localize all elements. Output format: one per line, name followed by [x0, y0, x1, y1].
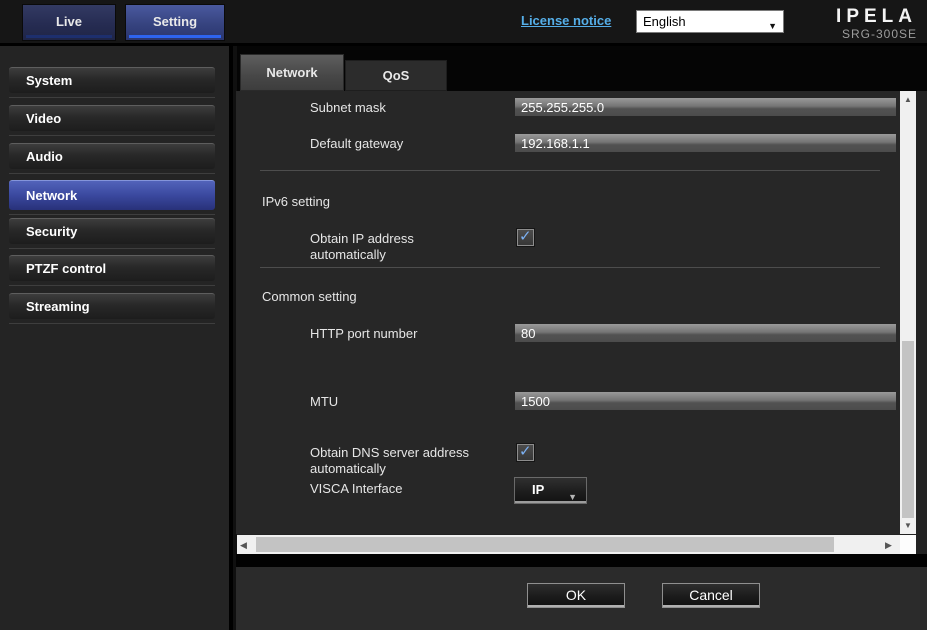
http-port-label: HTTP port number	[310, 326, 417, 342]
license-notice-link[interactable]: License notice	[521, 13, 611, 28]
obtain-dns-label: Obtain DNS server address automatically	[310, 445, 510, 477]
action-bar: OK Cancel	[236, 567, 927, 630]
tab-label: Network	[266, 65, 317, 80]
vertical-scrollbar-thumb[interactable]	[902, 341, 914, 518]
settings-sidebar: System Video Audio Network Security PTZF…	[0, 46, 233, 630]
top-bar: Live Setting License notice English ▼ IP…	[0, 0, 927, 46]
horizontal-scrollbar-thumb[interactable]	[256, 537, 834, 552]
obtain-ip-checkbox[interactable]: ✓	[517, 229, 534, 246]
checkmark-icon: ✓	[519, 442, 532, 460]
sidebar-item-label: Streaming	[26, 299, 90, 314]
language-select-value: English	[643, 14, 686, 29]
tab-bar: Network QoS	[237, 46, 927, 91]
setting-tab-label: Setting	[153, 14, 197, 29]
sidebar-item-video[interactable]: Video	[9, 105, 215, 131]
sidebar-item-label: Network	[26, 188, 77, 203]
ipv6-section-title: IPv6 setting	[262, 194, 330, 209]
visca-interface-label: VISCA Interface	[310, 481, 403, 497]
sidebar-item-security[interactable]: Security	[9, 218, 215, 244]
visca-interface-value: IP	[532, 482, 544, 497]
scroll-right-arrow-icon[interactable]: ▶	[885, 540, 892, 551]
content-footer-divider	[236, 554, 927, 567]
live-tab-underline	[26, 35, 112, 38]
sidebar-item-label: Security	[26, 224, 77, 239]
default-gateway-label: Default gateway	[310, 136, 403, 152]
sidebar-item-system[interactable]: System	[9, 67, 215, 93]
sidebar-item-label: System	[26, 73, 72, 88]
obtain-ip-label: Obtain IP address automatically	[310, 231, 475, 263]
scroll-up-arrow-icon[interactable]: ▲	[900, 95, 916, 104]
sidebar-item-audio[interactable]: Audio	[9, 143, 215, 169]
mtu-label: MTU	[310, 394, 338, 410]
chevron-down-icon: ▼	[768, 16, 777, 37]
vertical-scrollbar[interactable]: ▲ ▼	[900, 91, 916, 534]
subnet-mask-label: Subnet mask	[310, 100, 386, 116]
section-divider	[260, 267, 880, 268]
sidebar-item-label: PTZF control	[26, 261, 106, 276]
common-section-title: Common setting	[262, 289, 357, 304]
cancel-button[interactable]: Cancel	[662, 583, 760, 608]
tab-label: QoS	[383, 68, 410, 83]
obtain-dns-checkbox[interactable]: ✓	[517, 444, 534, 461]
visca-interface-dropdown[interactable]: IP ▼	[514, 477, 587, 504]
scroll-down-arrow-icon[interactable]: ▼	[900, 521, 916, 530]
scrollbar-corner	[900, 535, 916, 554]
setting-tab-button[interactable]: Setting	[125, 4, 225, 41]
live-tab-button[interactable]: Live	[22, 4, 116, 41]
model-number: SRG-300SE	[787, 27, 917, 41]
app-window: Live Setting License notice English ▼ IP…	[0, 0, 927, 630]
language-select[interactable]: English ▼	[636, 10, 784, 33]
sidebar-item-label: Audio	[26, 149, 63, 164]
tab-qos[interactable]: QoS	[345, 60, 447, 91]
scroll-left-arrow-icon[interactable]: ◀	[240, 540, 247, 551]
live-tab-label: Live	[56, 14, 82, 29]
chevron-down-icon: ▼	[568, 485, 577, 509]
sidebar-item-label: Video	[26, 111, 61, 126]
ok-button[interactable]: OK	[527, 583, 625, 608]
http-port-input[interactable]	[515, 324, 896, 342]
sidebar-item-network[interactable]: Network	[9, 180, 215, 210]
checkmark-icon: ✓	[519, 227, 532, 245]
sidebar-item-streaming[interactable]: Streaming	[9, 293, 215, 319]
section-divider	[260, 170, 880, 171]
sidebar-item-ptzf[interactable]: PTZF control	[9, 255, 215, 281]
setting-tab-underline	[129, 35, 221, 38]
subnet-mask-input[interactable]	[515, 98, 896, 116]
horizontal-scrollbar[interactable]: ◀ ▶	[237, 535, 900, 554]
mtu-input[interactable]	[515, 392, 896, 410]
brand-logo: IPELA	[787, 6, 917, 28]
default-gateway-input[interactable]	[515, 134, 896, 152]
tab-network[interactable]: Network	[240, 54, 344, 91]
